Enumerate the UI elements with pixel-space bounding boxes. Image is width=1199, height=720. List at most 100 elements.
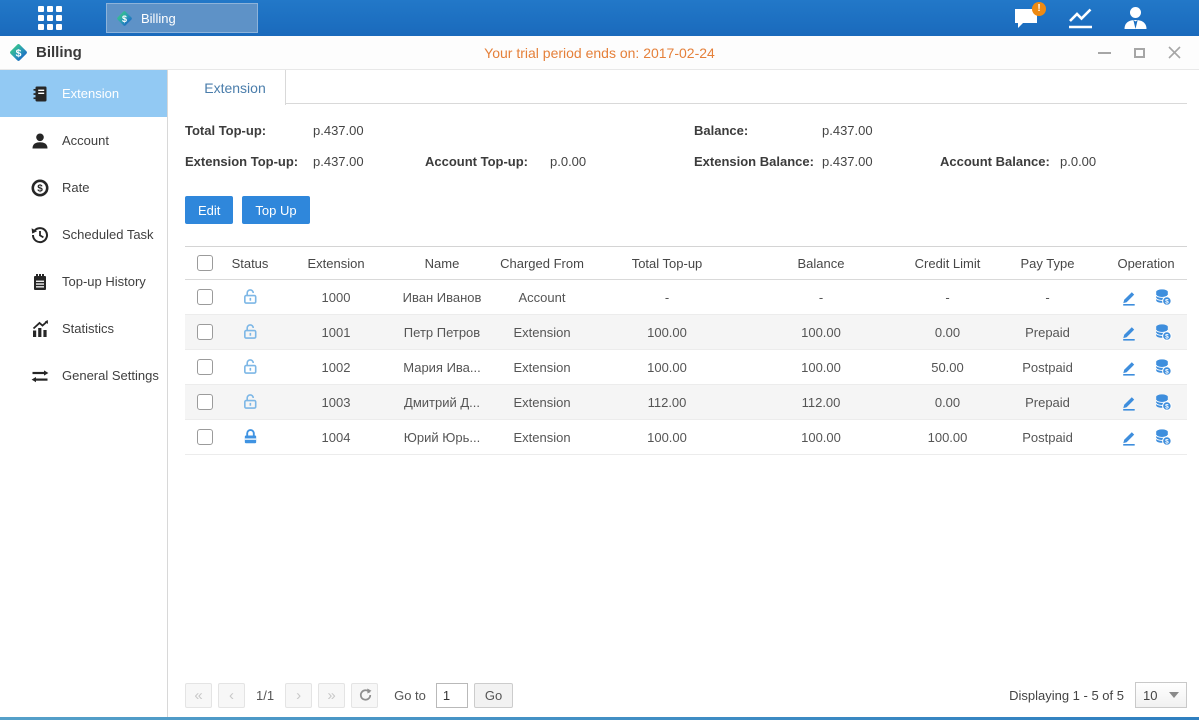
total-topup-value: p.437.00 xyxy=(313,123,364,138)
edit-row-icon[interactable] xyxy=(1120,323,1138,341)
first-page-button[interactable]: « xyxy=(185,683,212,708)
row-checkbox[interactable] xyxy=(197,394,213,410)
sidebar-item-statistics[interactable]: Statistics xyxy=(0,305,167,352)
cell-name: Петр Петров xyxy=(397,315,487,350)
row-checkbox[interactable] xyxy=(197,429,213,445)
account-balance-value: p.0.00 xyxy=(1060,154,1096,169)
row-checkbox[interactable] xyxy=(197,359,213,375)
extension-topup-value: p.437.00 xyxy=(313,154,425,169)
table-row: 1001 Петр Петров Extension 100.00 100.00… xyxy=(185,315,1187,350)
sidebar-item-rate[interactable]: $ Rate xyxy=(0,164,167,211)
cell-balance: 100.00 xyxy=(737,420,905,455)
row-checkbox[interactable] xyxy=(197,324,213,340)
maximize-icon[interactable] xyxy=(1132,46,1146,60)
svg-text:$: $ xyxy=(37,183,43,194)
sidebar-item-scheduled-task[interactable]: Scheduled Task xyxy=(0,211,167,258)
table-row: 1003 Дмитрий Д... Extension 112.00 112.0… xyxy=(185,385,1187,420)
topup-button[interactable]: Top Up xyxy=(242,196,309,224)
col-balance: Balance xyxy=(737,247,905,280)
svg-text:$: $ xyxy=(1165,298,1169,305)
reports-chart-icon[interactable] xyxy=(1067,7,1094,30)
edit-row-icon[interactable] xyxy=(1120,428,1138,446)
table-row: 1000 Иван Иванов Account - - - - $ xyxy=(185,280,1187,315)
cell-total-topup: 100.00 xyxy=(597,350,737,385)
pagination-bar: « ‹ 1/1 › » Go to Go Displaying 1 - 5 of… xyxy=(185,676,1187,720)
lock-open-icon xyxy=(242,322,259,340)
cell-charged-from: Extension xyxy=(487,350,597,385)
col-status: Status xyxy=(225,247,275,280)
col-total-topup: Total Top-up xyxy=(597,247,737,280)
messages-icon[interactable]: ! xyxy=(1013,7,1039,30)
sidebar-item-general-settings[interactable]: General Settings xyxy=(0,352,167,399)
topup-row-icon[interactable]: $ xyxy=(1154,288,1172,306)
cell-extension: 1001 xyxy=(275,315,397,350)
sidebar-item-label: Scheduled Task xyxy=(62,227,154,242)
page-size-select[interactable]: 10 xyxy=(1135,682,1187,708)
last-page-button[interactable]: » xyxy=(318,683,345,708)
col-extension: Extension xyxy=(275,247,397,280)
sidebar-item-label: General Settings xyxy=(62,368,159,383)
select-all-checkbox[interactable] xyxy=(197,255,213,271)
edit-row-icon[interactable] xyxy=(1120,358,1138,376)
sidebar-item-label: Top-up History xyxy=(62,274,146,289)
col-credit-limit: Credit Limit xyxy=(905,247,990,280)
sidebar-item-extension[interactable]: Extension xyxy=(0,70,167,117)
topup-row-icon[interactable]: $ xyxy=(1154,323,1172,341)
col-pay-type: Pay Type xyxy=(990,247,1105,280)
account-topup-value: p.0.00 xyxy=(550,154,586,169)
notepad-icon xyxy=(30,273,49,291)
sidebar-item-label: Extension xyxy=(62,86,119,101)
page-size-value: 10 xyxy=(1143,688,1157,703)
trial-message: Your trial period ends on: 2017-02-24 xyxy=(0,45,1199,61)
displaying-info: Displaying 1 - 5 of 5 xyxy=(1009,688,1124,703)
taskbar-billing-tab[interactable]: $ Billing xyxy=(106,3,258,33)
cell-credit-limit: 0.00 xyxy=(905,315,990,350)
dollar-circle-icon: $ xyxy=(30,179,49,197)
edit-row-icon[interactable] xyxy=(1120,288,1138,306)
minimize-icon[interactable] xyxy=(1097,46,1111,60)
extension-topup-label: Extension Top-up: xyxy=(185,154,313,169)
col-operation: Operation xyxy=(1105,247,1187,280)
svg-text:$: $ xyxy=(1165,368,1169,375)
cell-extension: 1000 xyxy=(275,280,397,315)
sidebar-item-label: Statistics xyxy=(62,321,114,336)
cell-name: Иван Иванов xyxy=(397,280,487,315)
app-grid-icon[interactable] xyxy=(38,6,62,30)
sidebar-item-label: Rate xyxy=(62,180,89,195)
prev-page-button[interactable]: ‹ xyxy=(218,683,245,708)
close-icon[interactable] xyxy=(1167,46,1181,60)
edit-row-icon[interactable] xyxy=(1120,393,1138,411)
cell-pay-type: Postpaid xyxy=(990,420,1105,455)
tab-bar: Extension xyxy=(185,70,1187,104)
user-account-icon[interactable] xyxy=(1122,6,1149,30)
row-checkbox[interactable] xyxy=(197,289,213,305)
edit-button[interactable]: Edit xyxy=(185,196,233,224)
cell-balance: 100.00 xyxy=(737,350,905,385)
cell-balance: - xyxy=(737,280,905,315)
content-area: Extension Total Top-up: p.437.00 Extensi… xyxy=(168,70,1199,720)
cell-extension: 1004 xyxy=(275,420,397,455)
cell-pay-type: - xyxy=(990,280,1105,315)
topup-row-icon[interactable]: $ xyxy=(1154,428,1172,446)
table-row: 1002 Мария Ива... Extension 100.00 100.0… xyxy=(185,350,1187,385)
cell-charged-from: Account xyxy=(487,280,597,315)
sidebar-item-label: Account xyxy=(62,133,109,148)
svg-text:$: $ xyxy=(1165,333,1169,340)
sidebar-item-account[interactable]: Account xyxy=(0,117,167,164)
goto-page-input[interactable] xyxy=(436,683,468,708)
sidebar-item-topup-history[interactable]: Top-up History xyxy=(0,258,167,305)
next-page-button[interactable]: › xyxy=(285,683,312,708)
topup-row-icon[interactable]: $ xyxy=(1154,358,1172,376)
cell-total-topup: 100.00 xyxy=(597,315,737,350)
tab-extension[interactable]: Extension xyxy=(185,70,286,105)
billing-window-icon: $ xyxy=(9,43,28,62)
topup-row-icon[interactable]: $ xyxy=(1154,393,1172,411)
account-balance-label: Account Balance: xyxy=(940,154,1060,169)
goto-label: Go to xyxy=(394,688,426,703)
refresh-button[interactable] xyxy=(351,683,378,708)
balance-label: Balance: xyxy=(694,123,822,138)
page-indicator: 1/1 xyxy=(251,688,279,703)
cell-pay-type: Prepaid xyxy=(990,385,1105,420)
person-icon xyxy=(30,132,49,150)
go-button[interactable]: Go xyxy=(474,683,513,708)
